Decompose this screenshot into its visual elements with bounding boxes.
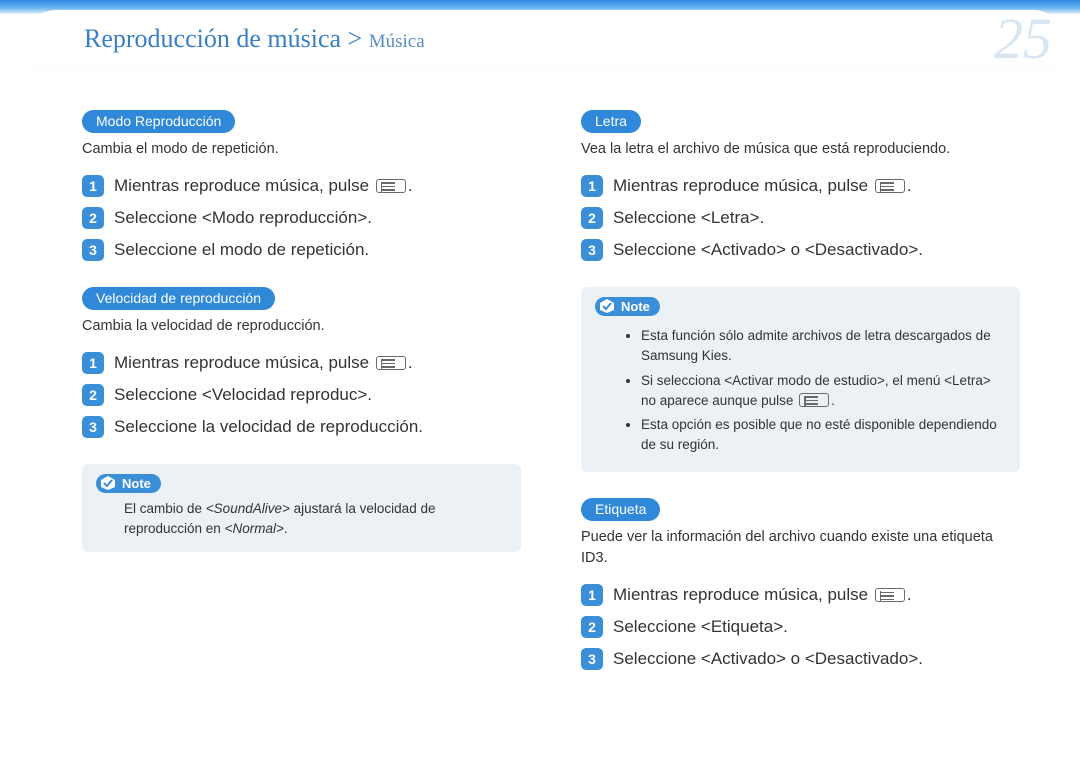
step-row: 1 Mientras reproduce música, pulse .: [581, 584, 1020, 606]
pill-speed: Velocidad de reproducción: [82, 287, 275, 310]
section-tag: Etiqueta Puede ver la información del ar…: [581, 498, 1020, 671]
tag-steps: 1 Mientras reproduce música, pulse . 2 S…: [581, 584, 1020, 670]
menu-button-icon: [875, 588, 905, 602]
step-row: 2 Seleccione <Modo reproducción>.: [82, 207, 521, 229]
speed-desc: Cambia la velocidad de reproducción.: [82, 316, 521, 338]
note-tag: Note: [96, 474, 161, 493]
section-playmode: Modo Reproducción Cambia el modo de repe…: [82, 110, 521, 261]
left-column: Modo Reproducción Cambia el modo de repe…: [82, 110, 521, 696]
step-row: 3 Seleccione <Activado> o <Desactivado>.: [581, 239, 1020, 261]
lyrics-steps: 1 Mientras reproduce música, pulse . 2 S…: [581, 175, 1020, 261]
step-number-2: 2: [581, 616, 603, 638]
step-text: Mientras reproduce música, pulse .: [114, 175, 413, 197]
step-number-2: 2: [82, 207, 104, 229]
menu-button-icon: [799, 393, 829, 407]
step-row: 3 Seleccione el modo de repetición.: [82, 239, 521, 261]
step-number-3: 3: [581, 648, 603, 670]
step-text: Seleccione el modo de repetición.: [114, 239, 369, 261]
lyrics-desc: Vea la letra el archivo de música que es…: [581, 139, 1020, 161]
note-body: El cambio de <SoundAlive> ajustará la ve…: [96, 499, 507, 540]
page-number: 25: [994, 10, 1052, 68]
step-text: Seleccione <Velocidad reproduc>.: [114, 384, 372, 406]
lyrics-note: Note Esta función sólo admite archivos d…: [581, 287, 1020, 472]
step-text: Seleccione <Activado> o <Desactivado>.: [613, 239, 923, 261]
note-bullet: Esta función sólo admite archivos de let…: [641, 326, 1006, 367]
note-bullet: Si selecciona <Activar modo de estudio>,…: [641, 371, 1006, 412]
step-row: 2 Seleccione <Letra>.: [581, 207, 1020, 229]
step-number-1: 1: [82, 352, 104, 374]
pill-lyrics: Letra: [581, 110, 641, 133]
step-number-1: 1: [581, 584, 603, 606]
playmode-desc: Cambia el modo de repetición.: [82, 139, 521, 161]
section-lyrics: Letra Vea la letra el archivo de música …: [581, 110, 1020, 472]
step-text: Mientras reproduce música, pulse .: [613, 175, 912, 197]
step-row: 1 Mientras reproduce música, pulse .: [82, 175, 521, 197]
content-area: Modo Reproducción Cambia el modo de repe…: [82, 110, 1020, 742]
speed-steps: 1 Mientras reproduce música, pulse . 2 S…: [82, 352, 521, 438]
step-text: Mientras reproduce música, pulse .: [613, 584, 912, 606]
note-label: Note: [621, 299, 650, 314]
step-text: Seleccione <Modo reproducción>.: [114, 207, 372, 229]
step-number-1: 1: [581, 175, 603, 197]
step-text: Seleccione <Letra>.: [613, 207, 764, 229]
pill-playmode: Modo Reproducción: [82, 110, 235, 133]
step-number-3: 3: [581, 239, 603, 261]
menu-button-icon: [376, 179, 406, 193]
note-body: Esta función sólo admite archivos de let…: [595, 326, 1006, 456]
step-number-1: 1: [82, 175, 104, 197]
note-bullet: Esta opción es posible que no esté dispo…: [641, 415, 1006, 456]
menu-button-icon: [376, 356, 406, 370]
step-number-3: 3: [82, 239, 104, 261]
step-row: 2 Seleccione <Velocidad reproduc>.: [82, 384, 521, 406]
page-root: Reproducción de música > Música 25 Modo …: [0, 0, 1080, 762]
step-row: 2 Seleccione <Etiqueta>.: [581, 616, 1020, 638]
step-text: Mientras reproduce música, pulse .: [114, 352, 413, 374]
pill-tag: Etiqueta: [581, 498, 660, 521]
playmode-steps: 1 Mientras reproduce música, pulse . 2 S…: [82, 175, 521, 261]
step-number-2: 2: [581, 207, 603, 229]
tag-desc: Puede ver la información del archivo cua…: [581, 527, 1020, 571]
step-row: 1 Mientras reproduce música, pulse .: [581, 175, 1020, 197]
menu-button-icon: [875, 179, 905, 193]
step-row: 3 Seleccione <Activado> o <Desactivado>.: [581, 648, 1020, 670]
note-icon: [100, 475, 116, 491]
step-text: Seleccione la velocidad de reproducción.: [114, 416, 423, 438]
note-tag: Note: [595, 297, 660, 316]
breadcrumb: Reproducción de música > Música: [84, 24, 425, 54]
breadcrumb-sub: Música: [369, 31, 425, 52]
columns: Modo Reproducción Cambia el modo de repe…: [82, 110, 1020, 696]
step-text: Seleccione <Activado> o <Desactivado>.: [613, 648, 923, 670]
speed-note: Note El cambio de <SoundAlive> ajustará …: [82, 464, 521, 552]
note-label: Note: [122, 476, 151, 491]
breadcrumb-main: Reproducción de música: [84, 24, 341, 53]
breadcrumb-sep: >: [341, 24, 369, 53]
step-row: 1 Mientras reproduce música, pulse .: [82, 352, 521, 374]
step-row: 3 Seleccione la velocidad de reproducció…: [82, 416, 521, 438]
right-column: Letra Vea la letra el archivo de música …: [581, 110, 1020, 696]
section-speed: Velocidad de reproducción Cambia la velo…: [82, 287, 521, 552]
step-number-3: 3: [82, 416, 104, 438]
step-number-2: 2: [82, 384, 104, 406]
note-icon: [599, 298, 615, 314]
step-text: Seleccione <Etiqueta>.: [613, 616, 788, 638]
